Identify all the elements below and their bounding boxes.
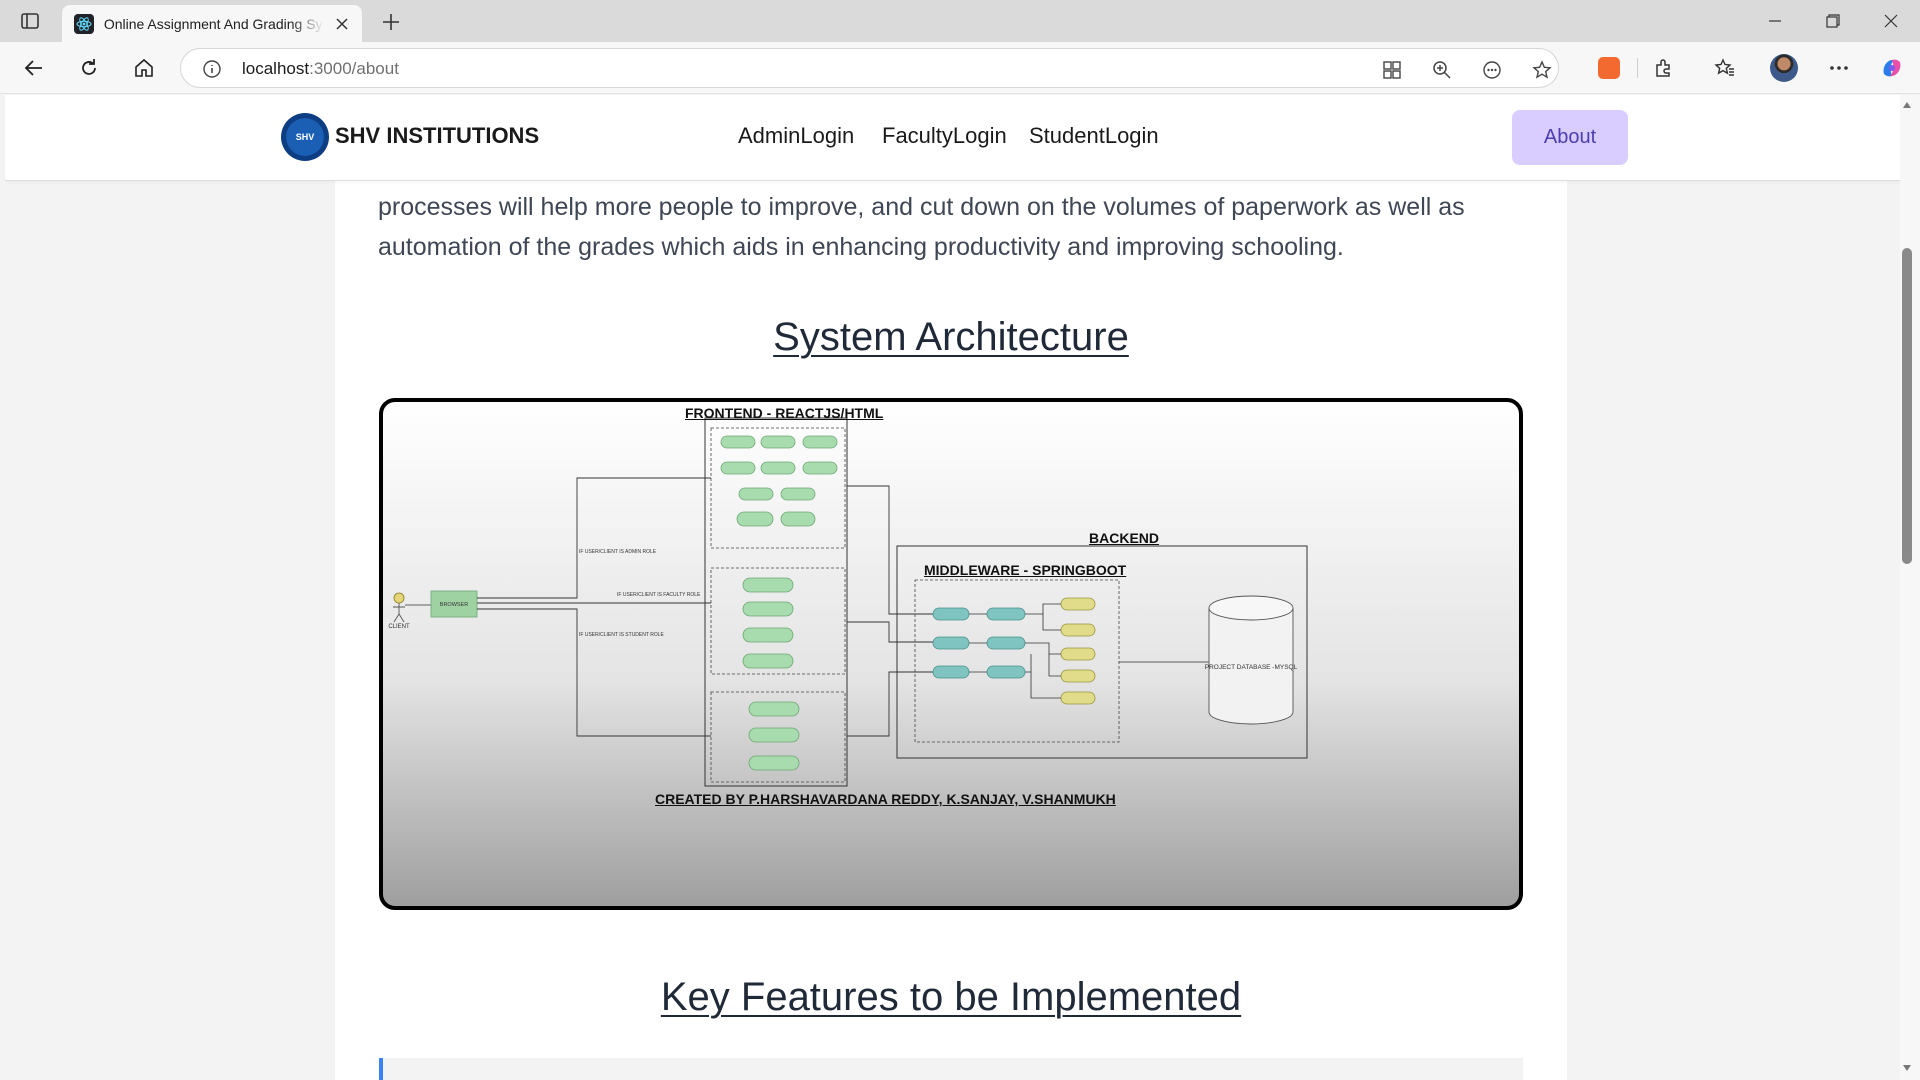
database-label: PROJECT DATABASE -MYSQL xyxy=(1205,664,1298,671)
frontend-node xyxy=(760,461,796,475)
intro-line-2: automation of the grades which aids in e… xyxy=(378,233,1344,261)
react-favicon xyxy=(74,13,94,34)
edge-student-line xyxy=(477,608,711,737)
repository-node xyxy=(1060,691,1096,705)
edge-admin-label: IF USER/CLIENT IS ADMIN ROLE xyxy=(579,549,657,555)
address-bar[interactable]: localhost:3000/about xyxy=(180,48,1559,88)
frontend-node xyxy=(720,435,756,449)
frontend-node xyxy=(760,435,796,449)
scroll-up-icon[interactable] xyxy=(1901,99,1913,111)
frontend-node xyxy=(748,701,800,717)
repository-node xyxy=(1060,669,1096,683)
window-close-icon[interactable] xyxy=(1868,8,1914,34)
edge-student-label: IF USER/CLIENT IS STUDENT ROLE xyxy=(579,632,664,638)
feature-list-box xyxy=(379,1058,1523,1080)
backend-title: BACKEND xyxy=(1089,530,1159,546)
repository-node xyxy=(1060,647,1096,661)
frontend-node xyxy=(742,653,794,669)
star-icon[interactable] xyxy=(1531,59,1553,81)
nav-link-facultylogin[interactable]: FacultyLogin xyxy=(882,123,1007,149)
controller-node xyxy=(932,665,970,679)
info-icon[interactable] xyxy=(203,60,221,78)
app-icon[interactable] xyxy=(1381,59,1403,81)
edge-faculty-label: IF USER/CLIENT IS FACULTY ROLE xyxy=(617,592,701,598)
frontend-node xyxy=(720,461,756,475)
created-by: CREATED BY P.HARSHAVARDANA REDDY, K.SANJ… xyxy=(655,791,1116,807)
minimize-icon[interactable] xyxy=(1752,8,1798,34)
database-top xyxy=(1208,595,1294,621)
repository-node xyxy=(1060,623,1096,637)
logo-text: SHV xyxy=(295,132,315,142)
frontend-node xyxy=(742,601,794,617)
repository-node xyxy=(1060,597,1096,611)
shv-logo[interactable]: SHV xyxy=(281,113,329,161)
browser-toolbar: localhost:3000/about xyxy=(0,42,1920,94)
browser-tab-strip: Online Assignment And Grading System xyxy=(0,0,1920,42)
middleware-title: MIDDLEWARE - SPRINGBOOT xyxy=(924,562,1127,578)
frontend-node xyxy=(742,577,794,593)
service-repository-links xyxy=(1025,603,1061,699)
scrollbar-thumb[interactable] xyxy=(1902,248,1912,564)
tab-actions-icon[interactable] xyxy=(18,9,42,33)
plus-icon[interactable] xyxy=(378,9,404,35)
frontend-node xyxy=(738,487,774,501)
home-icon[interactable] xyxy=(130,54,158,82)
frontend-title: FRONTEND - REACTJS/HTML xyxy=(685,405,884,421)
controller-service-links xyxy=(969,613,987,673)
reading-icon[interactable] xyxy=(1481,59,1503,81)
edge-frontend-backend-2 xyxy=(847,621,935,643)
intro-paragraph: processes will help more people to impro… xyxy=(378,187,1518,267)
intro-line-1: processes will help more people to impro… xyxy=(378,193,1465,221)
frontend-node xyxy=(742,627,794,643)
page-scrollbar[interactable] xyxy=(1900,95,1920,1080)
url-path: :3000/about xyxy=(309,59,399,78)
service-node xyxy=(986,636,1026,650)
scroll-down-icon[interactable] xyxy=(1901,1062,1913,1074)
url-text[interactable]: localhost:3000/about xyxy=(242,59,399,79)
edge-admin-line xyxy=(477,477,711,599)
service-node xyxy=(986,607,1026,621)
tab-title: Online Assignment And Grading System xyxy=(103,15,324,32)
architecture-diagram: CLIENT BROWSER IF USER/CLIENT IS ADMIN R… xyxy=(379,398,1523,910)
controller-node xyxy=(932,636,970,650)
section-heading-architecture: System Architecture xyxy=(773,315,1129,359)
frontend-node xyxy=(780,511,816,527)
back-icon[interactable] xyxy=(20,54,48,82)
site-navbar: SHV SHV INSTITUTIONS AdminLogin FacultyL… xyxy=(5,95,1900,181)
refresh-icon[interactable] xyxy=(75,54,103,82)
frontend-node xyxy=(802,435,838,449)
brand-name[interactable]: SHV INSTITUTIONS xyxy=(335,123,539,149)
about-button[interactable]: About xyxy=(1512,110,1628,165)
client-figure-body xyxy=(393,603,405,623)
service-node xyxy=(986,665,1026,679)
restore-icon[interactable] xyxy=(1810,8,1856,34)
nav-link-adminlogin[interactable]: AdminLogin xyxy=(738,123,854,149)
zoom-icon[interactable] xyxy=(1431,59,1453,81)
puzzle-icon[interactable] xyxy=(1650,54,1678,82)
frontend-node xyxy=(802,461,838,475)
page-viewport: SHV SHV INSTITUTIONS AdminLogin FacultyL… xyxy=(0,95,1900,1080)
controller-node xyxy=(932,607,970,621)
frontend-node xyxy=(748,727,800,743)
favorites-icon[interactable] xyxy=(1711,54,1739,82)
frontend-node xyxy=(748,755,800,771)
extension-icon[interactable] xyxy=(1595,54,1623,82)
edge-frontend-backend-1 xyxy=(847,485,935,615)
edge-frontend-backend-3 xyxy=(847,671,935,737)
client-figure xyxy=(393,592,405,604)
browser-tab[interactable]: Online Assignment And Grading System xyxy=(62,5,362,42)
frontend-node xyxy=(736,511,774,527)
client-label: CLIENT xyxy=(388,624,410,630)
architecture-svg: CLIENT BROWSER IF USER/CLIENT IS ADMIN R… xyxy=(388,417,1308,787)
toolbar-divider xyxy=(1637,58,1638,78)
frontend-node xyxy=(780,487,816,501)
url-host: localhost xyxy=(242,59,310,78)
nav-link-studentlogin[interactable]: StudentLogin xyxy=(1029,123,1159,149)
more-icon[interactable] xyxy=(1825,54,1853,82)
close-icon[interactable] xyxy=(334,16,350,32)
copilot-icon[interactable] xyxy=(1878,54,1906,82)
profile-avatar[interactable] xyxy=(1770,54,1798,82)
browser-label: BROWSER xyxy=(440,602,468,608)
section-heading-features: Key Features to be Implemented xyxy=(660,975,1242,1019)
